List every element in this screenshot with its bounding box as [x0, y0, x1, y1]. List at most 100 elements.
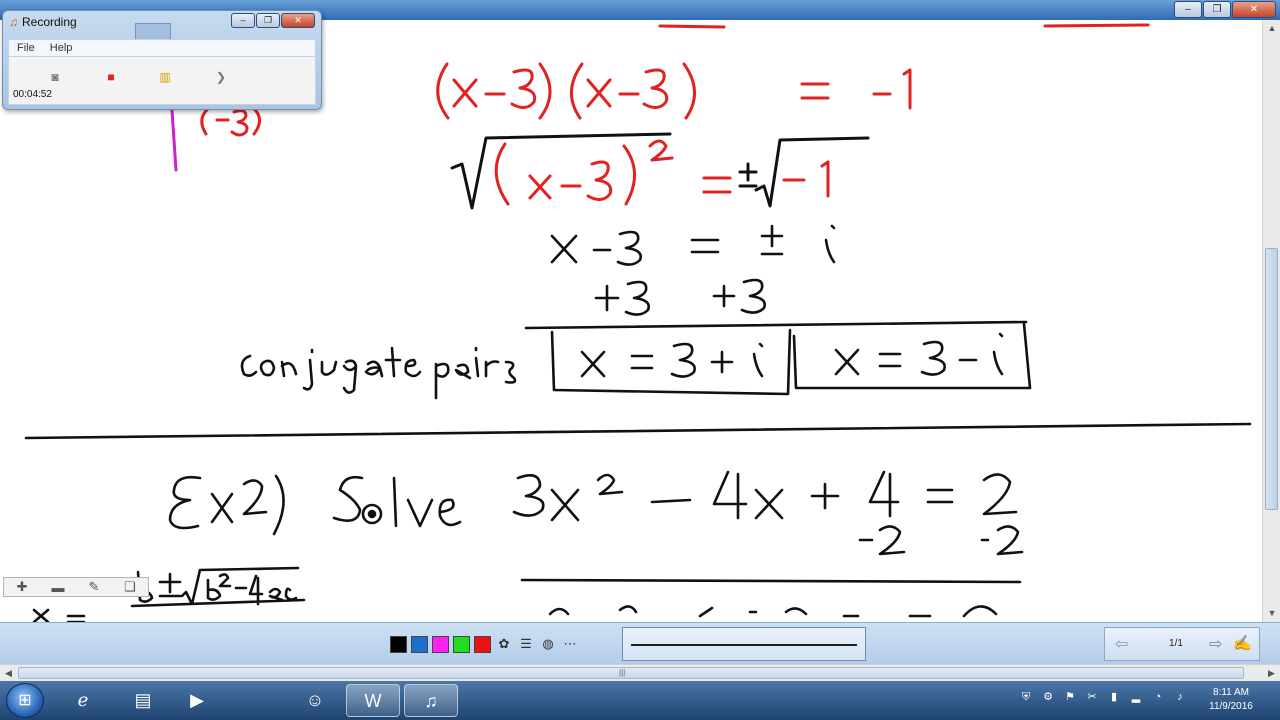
- three: [510, 68, 537, 109]
- sqrt-radical: [450, 132, 672, 210]
- recording-restore-button[interactable]: ❐: [256, 13, 280, 28]
- workspace-app-icon[interactable]: W: [346, 684, 400, 717]
- system-clock[interactable]: 8:11 AM 11/9/2016: [1200, 686, 1262, 714]
- three: [920, 340, 946, 376]
- paren: [682, 62, 696, 120]
- stop-square-icon[interactable]: ■: [103, 69, 119, 85]
- line-width-icon[interactable]: ☰: [517, 635, 535, 653]
- margin-fragment: [230, 109, 249, 137]
- page-navigator: ⇦ 1/1 ⇨ ✍: [1104, 627, 1260, 661]
- four: [868, 470, 900, 518]
- three: [624, 280, 650, 316]
- signal-icon[interactable]: ▂: [1128, 689, 1144, 705]
- line-preview[interactable]: [622, 627, 866, 661]
- palette-icon[interactable]: ✿: [495, 635, 513, 653]
- color-swatch-magenta[interactable]: [432, 635, 449, 653]
- page-count: 1/1: [1169, 638, 1183, 649]
- next-page-icon[interactable]: ⇨: [1209, 634, 1222, 654]
- equals: [878, 352, 902, 368]
- paren: [436, 62, 450, 120]
- equals: [702, 176, 732, 194]
- conjugate-pairs-word: [240, 346, 422, 394]
- margin-fragment: [250, 105, 261, 136]
- solve-word: [332, 475, 364, 522]
- x-char: [834, 348, 860, 376]
- people-app-icon[interactable]: ☺: [288, 684, 342, 717]
- menu-file[interactable]: File: [9, 40, 39, 54]
- edit-note-icon[interactable]: ✎: [84, 579, 104, 595]
- play-arrow-icon[interactable]: ❯: [213, 69, 229, 85]
- menu-help[interactable]: Help: [42, 40, 77, 54]
- volume-icon[interactable]: ♪: [1172, 689, 1188, 705]
- flag-icon[interactable]: ⚑: [1062, 689, 1078, 705]
- i-char: [992, 332, 1004, 376]
- line-preview-stroke: [631, 644, 857, 646]
- clock-time: 8:11 AM: [1213, 687, 1249, 698]
- annotate-icon[interactable]: ✍: [1233, 634, 1252, 652]
- equals: [926, 488, 954, 504]
- color-swatch-red[interactable]: [474, 635, 491, 653]
- start-button[interactable]: ⊞: [6, 683, 44, 718]
- file-explorer-icon[interactable]: ▤: [116, 684, 170, 717]
- recorder-app-icon[interactable]: ♫: [404, 684, 458, 717]
- paren: [622, 144, 636, 206]
- restore-button[interactable]: ❐: [1203, 1, 1231, 18]
- pause-bars-icon[interactable]: ▥: [157, 69, 173, 85]
- network-share-icon[interactable]: ⚙: [1040, 689, 1056, 705]
- transparency-icon[interactable]: ◍: [539, 635, 557, 653]
- color-swatch-black[interactable]: [390, 635, 407, 653]
- internet-explorer-icon[interactable]: ℯ: [56, 684, 110, 717]
- minimize-button[interactable]: –: [1174, 1, 1202, 18]
- recorder-icon: ♫: [9, 15, 18, 29]
- two: [982, 473, 1018, 516]
- media-player-icon[interactable]: ▶: [170, 684, 224, 717]
- partial-line: [548, 605, 998, 618]
- recording-minimize-button[interactable]: –: [231, 13, 255, 28]
- tools-icon[interactable]: ✂: [1084, 689, 1100, 705]
- screen: – ❐ ✕ ✚ ▬ ✎ ❏ ▲ ▼ ✿ ☰ ◍ ⋯ ⇦ 1/1 ⇨ ✍ ◀ ||…: [0, 0, 1280, 720]
- recording-controls-panel: ◙ ■ ▥ ❯ 00:04:52: [8, 57, 316, 105]
- previous-page-icon[interactable]: ⇦: [1115, 634, 1128, 654]
- close-button[interactable]: ✕: [1232, 1, 1276, 18]
- exponent-two: [648, 139, 674, 162]
- two: [878, 525, 906, 556]
- system-tray: ⛨ ⚙ ⚑ ✂ ▮ ▂ ◔ ♪: [1018, 689, 1188, 705]
- zoom-out-icon[interactable]: ▬: [48, 580, 68, 595]
- one: [820, 160, 830, 198]
- two: [996, 525, 1024, 556]
- horizontal-scrollbar[interactable]: ◀ ||| ▶: [0, 664, 1280, 681]
- scroll-up-icon[interactable]: ▲: [1263, 20, 1280, 37]
- vertical-scrollbar[interactable]: ▲ ▼: [1262, 20, 1280, 622]
- box-top-line: [524, 320, 1028, 330]
- window-controls: – ❐ ✕: [1174, 1, 1276, 18]
- three: [616, 230, 642, 266]
- horizontal-scroll-thumb[interactable]: [18, 667, 1244, 679]
- battery-icon[interactable]: ▮: [1106, 689, 1122, 705]
- scroll-down-icon[interactable]: ▼: [1263, 605, 1280, 622]
- copy-page-icon[interactable]: ❏: [120, 579, 140, 595]
- exponent-two: [596, 473, 624, 496]
- i-char: [824, 224, 836, 264]
- x-char: [580, 350, 606, 378]
- line-style-icon[interactable]: ⋯: [561, 635, 579, 653]
- ex-label: [242, 479, 268, 516]
- recording-menu-bar: File Help: [8, 39, 316, 57]
- scroll-right-icon[interactable]: ▶: [1263, 665, 1280, 682]
- annotation-canvas[interactable]: ✚ ▬ ✎ ❏: [0, 20, 1262, 622]
- one: [902, 68, 912, 110]
- scroll-left-icon[interactable]: ◀: [0, 665, 17, 682]
- vertical-scroll-thumb[interactable]: [1265, 248, 1278, 510]
- zoom-in-icon[interactable]: ✚: [12, 579, 32, 595]
- record-circle-icon[interactable]: ◙: [47, 69, 63, 85]
- color-swatch-blue[interactable]: [411, 635, 428, 653]
- x-char: [528, 174, 552, 200]
- color-swatch-green[interactable]: [453, 635, 470, 653]
- canvas-zoom-toolbar: ✚ ▬ ✎ ❏: [3, 577, 149, 597]
- equals: [630, 354, 654, 370]
- solve-o-dot: [367, 509, 377, 519]
- shield-icon[interactable]: ⛨: [1018, 689, 1034, 705]
- wifi-icon[interactable]: ◔: [1150, 689, 1166, 705]
- recording-close-button[interactable]: ✕: [281, 13, 315, 28]
- elapsed-time: 00:04:52: [13, 89, 52, 100]
- ex-label: [210, 492, 234, 524]
